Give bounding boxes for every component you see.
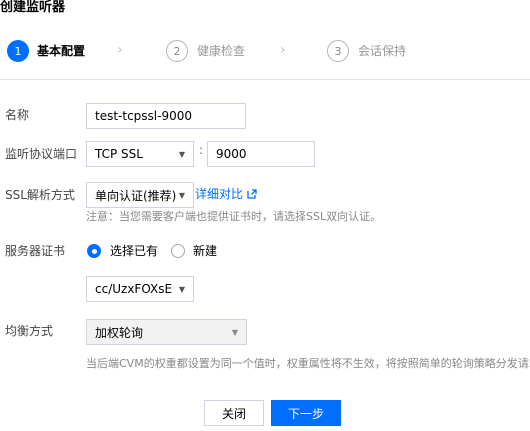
- server-cert-label: 服务器证书: [5, 244, 66, 258]
- radio-new-label[interactable]: 新建: [193, 243, 217, 259]
- step-3-label: 会话保持: [358, 44, 407, 58]
- port-separator: :: [199, 143, 204, 157]
- cert-select-value: cc/UzxFOXsE: [95, 282, 173, 296]
- caret-down-icon: ▼: [178, 284, 185, 294]
- ssl-mode-label: SSL解析方式: [5, 188, 75, 202]
- balance-select[interactable]: 加权轮询 ▼: [86, 319, 247, 345]
- step-1-indicator: 1: [7, 40, 29, 62]
- step-3-indicator: 3: [327, 40, 349, 62]
- steps-divider: [0, 79, 530, 80]
- page-title: 创建监听器: [0, 0, 66, 15]
- balance-select-value: 加权轮询: [95, 325, 144, 340]
- protocol-select[interactable]: TCP SSL ▼: [86, 141, 194, 167]
- radio-existing-label[interactable]: 选择已有: [110, 243, 158, 259]
- compare-link[interactable]: 详细对比: [195, 186, 257, 202]
- balance-hint: 当后端CVM的权重都设置为同一个值时，权重属性将不生效，将按照简单的轮询策略分发…: [86, 357, 530, 370]
- name-label: 名称: [5, 108, 30, 122]
- name-input[interactable]: test-tcpssl-9000: [86, 103, 246, 129]
- ssl-mode-select-value: 单向认证(推荐): [95, 188, 177, 203]
- step-2-label: 健康检查: [197, 44, 246, 58]
- external-link-icon: [247, 189, 257, 199]
- compare-link-label: 详细对比: [195, 187, 244, 201]
- protocol-select-value: TCP SSL: [95, 147, 143, 161]
- cert-select[interactable]: cc/UzxFOXsE ▼: [86, 276, 194, 302]
- step-2-indicator: 2: [166, 40, 188, 62]
- balance-label: 均衡方式: [5, 324, 54, 338]
- next-button[interactable]: 下一步: [271, 400, 341, 426]
- caret-down-icon: ▼: [178, 149, 185, 159]
- radio-new[interactable]: [171, 244, 185, 258]
- caret-down-icon: ▼: [178, 190, 185, 200]
- port-input[interactable]: 9000: [207, 141, 315, 167]
- chevron-right-icon: ›: [117, 42, 123, 58]
- step-1-label: 基本配置: [37, 44, 86, 58]
- caret-down-icon: ▼: [231, 327, 238, 337]
- protocol-port-label: 监听协议端口: [5, 147, 78, 161]
- close-button[interactable]: 关闭: [204, 400, 264, 426]
- ssl-mode-hint: 注意：当您需要客户端也提供证书时，请选择SSL双向认证。: [86, 210, 382, 223]
- ssl-mode-select[interactable]: 单向认证(推荐) ▼: [86, 182, 194, 208]
- chevron-right-icon: ›: [280, 42, 286, 58]
- radio-existing[interactable]: [87, 244, 101, 258]
